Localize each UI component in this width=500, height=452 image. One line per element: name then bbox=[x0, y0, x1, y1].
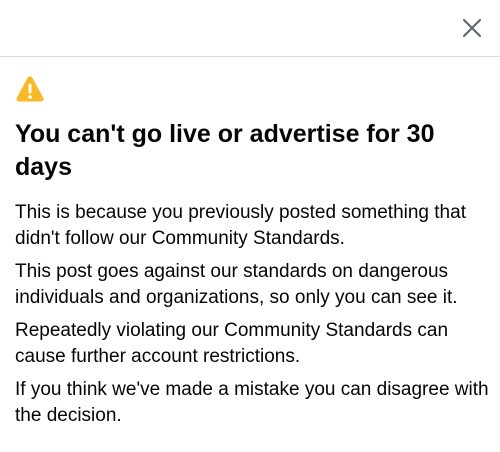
dialog-title: You can't go live or advertise for 30 da… bbox=[15, 120, 435, 181]
dialog-header bbox=[0, 0, 500, 57]
close-button[interactable] bbox=[456, 12, 488, 44]
warning-triangle-icon bbox=[16, 76, 44, 102]
warning-paragraph: Repeatedly violating our Community Stand… bbox=[15, 320, 449, 367]
policy-paragraph: This post goes against our standards on … bbox=[15, 261, 458, 308]
disagree-paragraph: If you think we've made a mistake you ca… bbox=[15, 379, 489, 426]
close-icon bbox=[462, 18, 482, 38]
explanation-paragraph: This is because you previously posted so… bbox=[15, 202, 466, 249]
